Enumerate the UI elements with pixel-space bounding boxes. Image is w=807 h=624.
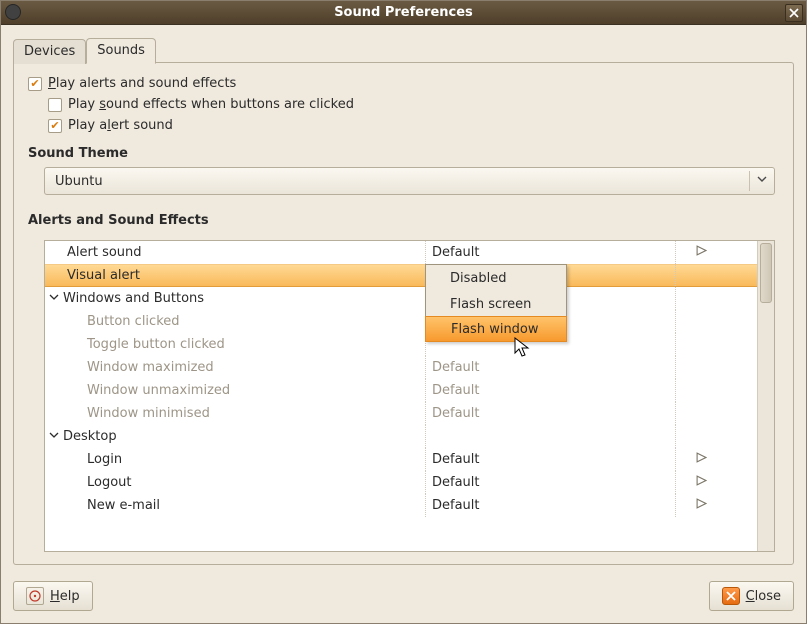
expander-icon[interactable]: [49, 291, 59, 306]
combo-value: Ubuntu: [55, 174, 743, 189]
dropdown-item-flash-screen[interactable]: Flash screen: [426, 291, 566, 317]
row-button-clicked[interactable]: Button clicked: [45, 310, 757, 333]
help-label: Help: [50, 589, 80, 604]
row-desktop[interactable]: Desktop: [45, 425, 757, 448]
play-icon[interactable]: [696, 452, 707, 467]
close-button[interactable]: Close: [709, 581, 794, 611]
help-button[interactable]: Help: [13, 581, 93, 611]
row-login[interactable]: Login Default: [45, 448, 757, 471]
row-window-unmaximized[interactable]: Window unmaximized Default: [45, 379, 757, 402]
play-icon[interactable]: [696, 475, 707, 490]
content-area: Devices Sounds Play alerts and sound eff…: [1, 25, 806, 571]
row-logout[interactable]: Logout Default: [45, 471, 757, 494]
play-icon[interactable]: [696, 245, 707, 260]
dropdown-item-flash-window[interactable]: Flash window: [425, 316, 567, 342]
checkbox-play-alert-sound[interactable]: [48, 119, 62, 133]
expander-icon[interactable]: [49, 429, 59, 444]
row-visual-alert[interactable]: Visual alert: [45, 264, 757, 287]
tab-devices[interactable]: Devices: [13, 39, 86, 64]
scrollbar[interactable]: [757, 241, 774, 551]
tabstrip: Devices Sounds: [13, 35, 794, 63]
close-label: Close: [746, 589, 781, 604]
row-new-email[interactable]: New e-mail Default: [45, 494, 757, 517]
row-window-maximized[interactable]: Window maximized Default: [45, 356, 757, 379]
scrollbar-thumb[interactable]: [760, 243, 772, 303]
titlebar[interactable]: Sound Preferences: [1, 1, 806, 25]
combo-separator: [749, 171, 750, 191]
opt-play-click[interactable]: Play sound effects when buttons are clic…: [48, 97, 779, 112]
row-windows-buttons[interactable]: Windows and Buttons: [45, 287, 757, 310]
window-title: Sound Preferences: [334, 5, 473, 20]
checkbox-play-alerts[interactable]: [28, 77, 42, 91]
sound-preferences-window: Sound Preferences Devices Sounds Play al…: [0, 0, 807, 624]
alerts-effects-list: Alert sound Default Visual alert Windows…: [44, 240, 775, 552]
app-icon: [5, 4, 21, 20]
label-play-alert-sound: Play alert sound: [68, 118, 173, 133]
play-icon[interactable]: [696, 498, 707, 513]
row-window-minimised[interactable]: Window minimised Default: [45, 402, 757, 425]
section-sound-theme: Sound Theme: [28, 146, 779, 161]
opt-play-alerts[interactable]: Play alerts and sound effects: [28, 76, 779, 91]
button-bar: Help Close: [1, 571, 806, 623]
window-close-button[interactable]: [785, 4, 803, 22]
dropdown-item-disabled[interactable]: Disabled: [426, 265, 566, 291]
row-toggle-clicked[interactable]: Toggle button clicked: [45, 333, 757, 356]
label-play-click: Play sound effects when buttons are clic…: [68, 97, 354, 112]
section-alerts-effects: Alerts and Sound Effects: [28, 213, 779, 228]
help-icon: [26, 587, 44, 605]
combo-sound-theme[interactable]: Ubuntu: [44, 167, 775, 195]
visual-alert-dropdown[interactable]: Disabled Flash screen Flash window: [425, 264, 567, 342]
close-icon: [789, 8, 799, 18]
row-alert-sound[interactable]: Alert sound Default: [45, 241, 757, 264]
chevron-down-icon: [756, 173, 768, 189]
list-inner: Alert sound Default Visual alert Windows…: [45, 241, 757, 551]
tab-panel-sounds: Play alerts and sound effects Play sound…: [13, 62, 794, 565]
tab-sounds[interactable]: Sounds: [86, 38, 156, 64]
opt-play-alert-sound[interactable]: Play alert sound: [48, 118, 779, 133]
label-play-alerts: Play alerts and sound effects: [48, 76, 236, 91]
checkbox-play-click[interactable]: [48, 98, 62, 112]
close-icon: [722, 587, 740, 605]
